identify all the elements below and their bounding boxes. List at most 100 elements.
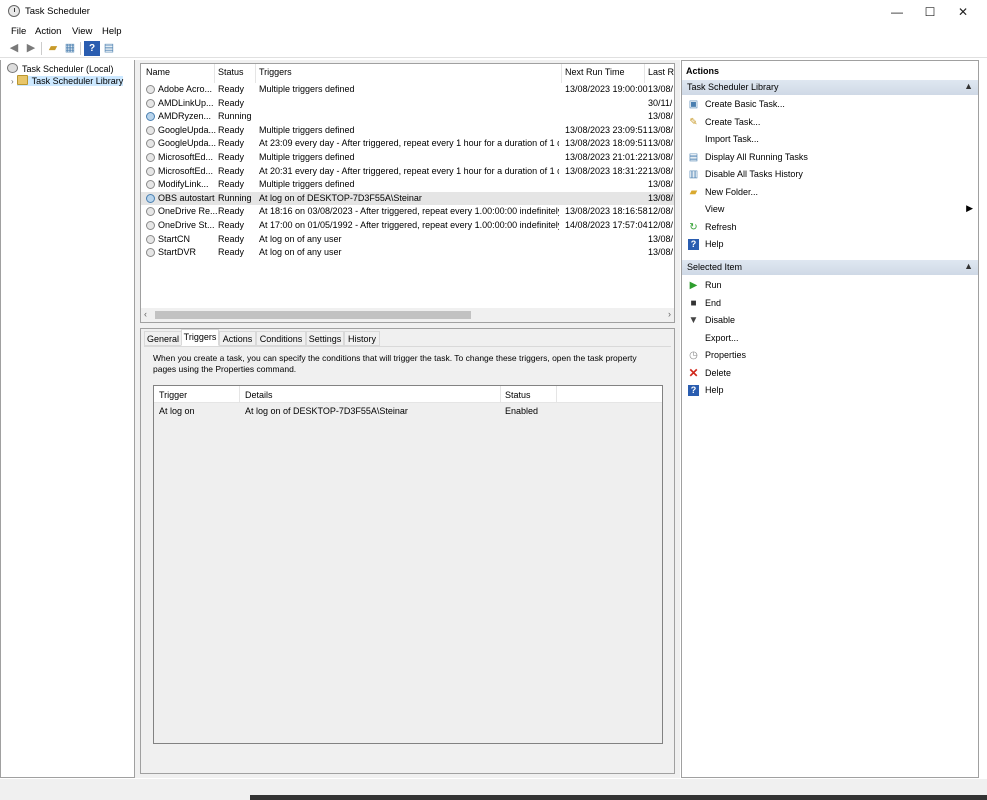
table-row[interactable]: MicrosoftEd... Ready Multiple triggers def… (141, 151, 674, 165)
close-button[interactable]: ✕ (946, 0, 980, 24)
task-last-run-cell: 13/08/ (648, 247, 674, 258)
action-help[interactable]: ? Help (688, 384, 973, 399)
expand-chevron-icon[interactable]: › (11, 77, 14, 86)
task-scheduler-icon (8, 5, 20, 17)
tab-settings[interactable]: Settings (306, 331, 344, 346)
task-clock-icon (146, 85, 155, 94)
action-label: Disable All Tasks History (705, 169, 803, 179)
minimize-button[interactable]: — (880, 0, 914, 24)
maximize-button[interactable]: ☐ (913, 0, 947, 24)
scrollbar-thumb[interactable] (155, 311, 471, 319)
table-row[interactable]: Adobe Acro... Ready Multiple triggers defi… (141, 83, 674, 97)
task-next-run-cell: 13/08/2023 23:09:51 (565, 124, 648, 135)
scroll-right-icon[interactable]: › (668, 309, 671, 319)
column-header-next-run[interactable]: Next Run Time (565, 67, 625, 77)
column-header-details[interactable]: Details (245, 390, 273, 400)
task-triggers-cell: At log on of any user (259, 247, 342, 258)
action-disable-all-tasks-history[interactable]: ▥ Disable All Tasks History (688, 168, 973, 183)
help-icon[interactable]: ? (84, 41, 100, 56)
task-triggers-cell: At 18:16 on 03/08/2023 - After triggered… (259, 206, 559, 217)
column-divider[interactable] (214, 64, 215, 83)
action-new-folder[interactable]: ▰ New Folder... (688, 186, 973, 201)
task-clock-icon (146, 221, 155, 230)
action-label: Refresh (705, 221, 737, 232)
action-end[interactable]: ■ End (688, 297, 973, 312)
action-help[interactable]: ? Help (688, 238, 973, 253)
column-divider[interactable] (561, 64, 562, 83)
action-refresh[interactable]: ↻ Refresh (688, 221, 973, 236)
action-display-all-running-tasks[interactable]: ▤ Display All Running Tasks (688, 151, 973, 166)
task-clock-icon (146, 207, 155, 217)
task-name-cell: AMDRyzen... (158, 111, 212, 122)
column-header-status[interactable]: Status (218, 67, 244, 77)
tab-general[interactable]: General (144, 331, 182, 346)
action-create-task[interactable]: ✎ Create Task... (688, 116, 973, 131)
task-clock-icon (146, 180, 155, 190)
action-label: Create Task... (705, 116, 761, 127)
column-header-status[interactable]: Status (505, 390, 531, 400)
action-label: Import Task... (705, 134, 759, 144)
title-bar: Task Scheduler — ☐ ✕ (0, 0, 987, 24)
tab-actions[interactable]: Actions (219, 331, 256, 346)
section-task-scheduler-library[interactable]: Task Scheduler Library ▲ (682, 80, 978, 95)
table-row[interactable]: OneDrive St... Ready At 17:00 on 01/05/199… (141, 219, 674, 233)
tab-conditions[interactable]: Conditions (256, 331, 306, 346)
tree-item-library[interactable]: › Task Scheduler Library (11, 75, 124, 88)
menu-help[interactable]: Help (102, 26, 122, 37)
column-divider[interactable] (500, 386, 501, 403)
action-import-task[interactable]: Import Task... (688, 133, 973, 148)
action-delete[interactable]: ✕ Delete (688, 367, 973, 382)
action-create-basic-task[interactable]: ▣ Create Basic Task... (688, 98, 973, 113)
task-clock-icon (146, 234, 155, 244)
task-status-cell: Ready (218, 179, 245, 190)
action-disable[interactable]: ▼ Disable (688, 314, 973, 329)
forward-icon[interactable]: ▶ (23, 41, 39, 56)
tab-history[interactable]: History (344, 331, 380, 346)
table-row[interactable]: OneDrive Re... Ready At 18:16 on 03/08/202… (141, 205, 674, 219)
task-status-cell: Ready (218, 97, 245, 108)
task-detail-pane: General Triggers Actions Conditions Sett… (140, 328, 675, 774)
collapse-caret-icon[interactable]: ▲ (964, 81, 973, 91)
menu-view[interactable]: View (72, 26, 92, 37)
column-header-trigger[interactable]: Trigger (159, 390, 187, 400)
task-status-cell: Ready (218, 206, 245, 217)
column-header-name[interactable]: Name (146, 67, 170, 77)
table-row[interactable]: OBS autostart Running At log on of DESKTOP… (141, 191, 674, 206)
taskbar-strip (250, 795, 987, 800)
horizontal-scrollbar[interactable]: ‹ › (141, 308, 674, 322)
menu-action[interactable]: Action (35, 26, 61, 37)
column-divider[interactable] (239, 386, 240, 403)
column-header-last-run[interactable]: Last Ru (648, 67, 674, 77)
tab-triggers[interactable]: Triggers (181, 329, 219, 346)
section-selected-item[interactable]: Selected Item ▲ (682, 260, 978, 275)
action-view[interactable]: View ▶ (688, 203, 973, 218)
console-tree: Task Scheduler (Local) › Task Scheduler L… (0, 60, 135, 778)
menu-file[interactable]: File (11, 26, 26, 37)
show-action-pane-icon[interactable]: ▤ (101, 41, 117, 56)
column-header-triggers[interactable]: Triggers (259, 67, 292, 77)
table-row[interactable]: AMDRyzen... Running 13/08/ (141, 110, 674, 124)
table-row[interactable]: MicrosoftEd... Ready At 20:31 every day - … (141, 165, 674, 179)
show-hide-tree-icon[interactable]: ▦ (62, 41, 78, 56)
task-triggers-cell: At 20:31 every day - After triggered, re… (259, 165, 559, 176)
table-row[interactable]: StartDVR Ready At log on of any user 13/08/ (141, 246, 674, 260)
table-row[interactable]: ModifyLink... Ready Multiple triggers defi… (141, 178, 674, 192)
column-divider[interactable] (556, 386, 557, 403)
table-row[interactable]: StartCN Ready At log on of any user 13/08/ (141, 233, 674, 247)
up-folder-icon[interactable]: ▰ (45, 41, 61, 56)
action-export[interactable]: Export... (688, 332, 973, 347)
table-row[interactable]: GoogleUpda... Ready At 23:09 every day - A… (141, 137, 674, 151)
task-next-run-cell: 13/08/2023 18:16:58 (565, 206, 648, 217)
collapse-caret-icon[interactable]: ▲ (964, 261, 973, 271)
scroll-left-icon[interactable]: ‹ (144, 309, 147, 319)
table-row[interactable]: AMDLinkUp... Ready 30/11/ (141, 97, 674, 111)
task-status-cell: Ready (218, 220, 245, 230)
action-run[interactable]: ▶ Run (688, 279, 973, 294)
action-properties[interactable]: ◷ Properties (688, 349, 973, 364)
column-divider[interactable] (255, 64, 256, 83)
back-icon[interactable]: ◀ (6, 41, 22, 56)
folder-icon: ▰ (689, 186, 698, 198)
table-row[interactable]: GoogleUpda... Ready Multiple triggers defi… (141, 124, 674, 138)
disable-icon: ▼ (688, 315, 699, 326)
column-divider[interactable] (644, 64, 645, 83)
